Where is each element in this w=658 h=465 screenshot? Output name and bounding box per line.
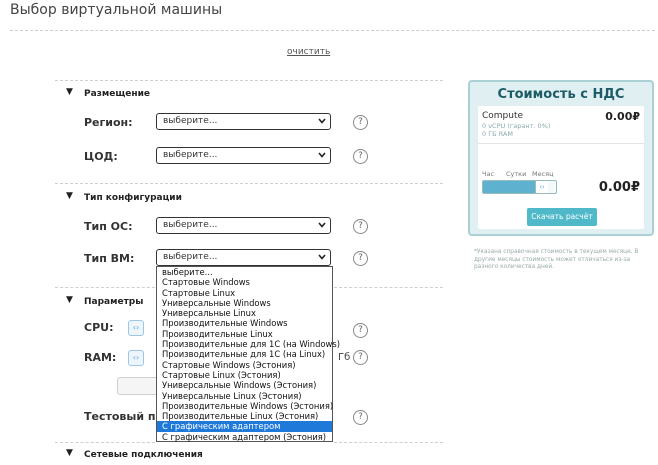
divider	[478, 143, 644, 144]
compute-label: Compute	[482, 111, 524, 121]
os-select-value: выберите...	[163, 220, 218, 230]
chevron-down-icon	[318, 118, 326, 124]
vm-option[interactable]: Производительные для 1С (на Windows)	[157, 339, 340, 349]
period-slider[interactable]: ‹›	[482, 180, 557, 194]
vm-select-value: выберите...	[163, 252, 218, 262]
vm-option[interactable]: Производительные Linux (Эстония)	[157, 411, 332, 421]
vm-option[interactable]: Производительные Windows (Эстония)	[157, 401, 333, 411]
period-slider-handle[interactable]: ‹›	[535, 181, 548, 193]
clear-link[interactable]: очистить	[287, 47, 330, 57]
ram-unit: Гб	[338, 352, 351, 363]
vm-option[interactable]: Универсальные Linux	[157, 308, 332, 318]
section-title-config[interactable]: Тип конфигурации	[84, 193, 182, 203]
price-card-title: Стоимость с НДС	[497, 87, 625, 102]
help-icon[interactable]: ?	[353, 219, 368, 234]
vm-option[interactable]: С графическим адаптером (Эстония)	[157, 432, 332, 442]
section-title-placement[interactable]: Размещение	[84, 89, 150, 99]
divider	[55, 442, 155, 443]
period-day-label[interactable]: Сутки	[506, 170, 526, 178]
os-select[interactable]: выберите...	[156, 217, 331, 234]
help-icon[interactable]: ?	[353, 323, 368, 338]
vm-select-dropdown[interactable]: выберите... Стартовые Windows Стартовые Li…	[156, 266, 340, 442]
vm-option[interactable]: Стартовые Windows (Эстония)	[157, 360, 332, 370]
vm-option[interactable]: Стартовые Linux	[157, 288, 332, 298]
collapse-triangle-icon[interactable]: ▼	[66, 87, 73, 97]
vm-option[interactable]: С графическим адаптером	[157, 421, 332, 432]
vm-option[interactable]: Стартовые Linux (Эстония)	[157, 370, 332, 380]
cpu-stepper-handle[interactable]: ‹›	[128, 320, 144, 336]
period-slider-fill	[483, 181, 535, 193]
divider	[334, 442, 443, 443]
page-title: Выбор виртуальной машины	[10, 2, 223, 18]
compute-detail-ram: 0 ГБ RAM	[482, 130, 513, 138]
help-icon[interactable]: ?	[353, 149, 368, 164]
total-price: 0.00₽	[598, 180, 640, 195]
collapse-triangle-icon[interactable]: ▼	[66, 295, 73, 305]
help-icon[interactable]: ?	[353, 115, 368, 130]
ram-stepper-handle[interactable]: ‹›	[128, 350, 144, 366]
price-note: *Указана справочная стоимость в текущем …	[474, 249, 639, 270]
divider	[334, 287, 443, 288]
divider	[55, 183, 443, 184]
vm-option[interactable]: Универсальные Linux (Эстония)	[157, 391, 332, 401]
help-icon[interactable]: ?	[353, 350, 368, 365]
help-icon[interactable]: ?	[353, 251, 368, 266]
vm-option[interactable]: Производительные Windows	[157, 318, 332, 328]
cpu-label: CPU:	[84, 321, 114, 334]
vm-select[interactable]: выберите...	[156, 249, 331, 266]
section-title-params[interactable]: Параметры	[84, 297, 143, 307]
price-card: Стоимость с НДС Compute 0.00₽ 0 vCPU (га…	[468, 80, 654, 236]
divider	[55, 80, 443, 81]
chevron-down-icon	[318, 152, 326, 158]
vm-option[interactable]: Универсальные Windows	[157, 298, 332, 308]
collapse-triangle-icon[interactable]: ▼	[66, 191, 73, 201]
period-hour-label[interactable]: Час	[482, 170, 494, 178]
region-select-value: выберите...	[163, 116, 218, 126]
vm-option[interactable]: Производительные Linux	[157, 329, 332, 339]
compute-detail-cpu: 0 vCPU (гарант. 0%)	[482, 122, 551, 130]
compute-price: 0.00₽	[605, 110, 640, 123]
region-select[interactable]: выберите...	[156, 113, 331, 130]
divider	[10, 30, 655, 31]
price-card-body: Compute 0.00₽ 0 vCPU (гарант. 0%) 0 ГБ R…	[478, 106, 644, 229]
period-month-label[interactable]: Месяц	[532, 170, 554, 178]
vm-option[interactable]: Производительные для 1С (на Linux)	[157, 349, 332, 359]
collapse-triangle-icon[interactable]: ▼	[66, 448, 73, 458]
vm-option[interactable]: Универсальные Windows (Эстония)	[157, 380, 332, 390]
region-label: Регион:	[84, 116, 133, 129]
section-title-network[interactable]: Сетевые подключения	[84, 450, 203, 460]
download-estimate-button[interactable]: Скачать расчёт	[527, 208, 597, 226]
divider	[55, 287, 155, 288]
vm-label: Тип ВМ:	[84, 252, 135, 265]
dc-select-value: выберите...	[163, 150, 218, 160]
vm-option[interactable]: Стартовые Windows	[157, 277, 332, 287]
dc-select[interactable]: выберите...	[156, 147, 331, 164]
ram-label: RAM:	[84, 351, 117, 364]
vm-option[interactable]: выберите...	[157, 267, 332, 277]
help-icon[interactable]: ?	[353, 410, 368, 425]
chevron-down-icon	[318, 254, 326, 260]
os-label: Тип ОС:	[84, 220, 133, 233]
chevron-down-icon	[318, 222, 326, 228]
dc-label: ЦОД:	[84, 150, 118, 163]
